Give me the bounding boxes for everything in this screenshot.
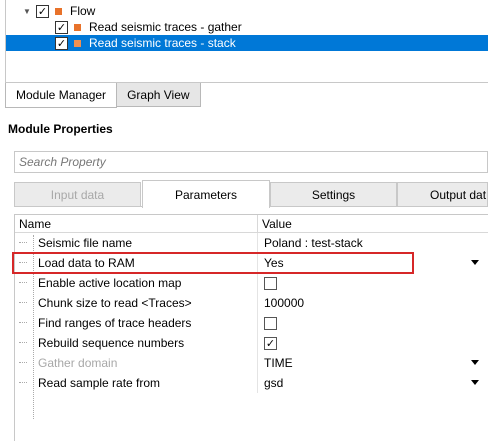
tab-module-manager[interactable]: Module Manager: [5, 83, 118, 108]
search-property-box[interactable]: [14, 151, 488, 173]
property-dropdown[interactable]: Yes: [258, 253, 488, 273]
dropdown-arrow-icon[interactable]: [471, 360, 479, 365]
property-row-rebuild-sequence-numbers[interactable]: Rebuild sequence numbers ✓: [15, 333, 488, 353]
property-row-find-ranges[interactable]: Find ranges of trace headers: [15, 313, 488, 333]
tree-item-flow[interactable]: ▼ ✓ Flow: [22, 3, 95, 19]
property-name: Load data to RAM: [38, 256, 135, 270]
grid-header: Name Value: [15, 215, 488, 233]
column-header-value[interactable]: Value: [258, 215, 488, 232]
property-value[interactable]: Poland : test-stack: [264, 236, 363, 250]
orange-square-icon: [55, 7, 62, 15]
property-name: Enable active location map: [38, 276, 182, 290]
property-value[interactable]: 100000: [264, 296, 304, 310]
search-property-input[interactable]: [19, 155, 487, 169]
dropdown-arrow-icon[interactable]: [471, 380, 479, 385]
bottom-tab-bar: Module Manager Graph View: [5, 83, 201, 108]
tab-settings[interactable]: Settings: [270, 182, 397, 207]
property-row-seismic-file-name[interactable]: Seismic file name Poland : test-stack: [15, 233, 488, 253]
tree-item-label: Flow: [70, 4, 96, 18]
tab-input-data[interactable]: Input data: [14, 182, 141, 207]
property-checkbox[interactable]: [264, 316, 277, 330]
property-tabs: Input data Parameters Settings Output da…: [14, 180, 488, 208]
property-checkbox[interactable]: [264, 276, 277, 290]
property-value[interactable]: Yes: [264, 256, 284, 270]
tree-item-module[interactable]: ✓ Read seismic traces - gather: [55, 19, 242, 35]
property-value[interactable]: gsd: [264, 376, 283, 390]
property-name: Find ranges of trace headers: [38, 316, 192, 330]
tree-item-label: Read seismic traces - stack: [89, 36, 236, 50]
property-name: Seismic file name: [38, 236, 133, 250]
property-name: Gather domain: [38, 356, 118, 370]
tree-checkbox-flow[interactable]: ✓: [36, 4, 49, 18]
tree-checkbox-module[interactable]: ✓: [55, 36, 68, 50]
tree-item-module-selected[interactable]: ✓ Read seismic traces - stack: [6, 35, 488, 51]
tab-output-data[interactable]: Output dat: [397, 182, 488, 207]
property-value[interactable]: TIME: [264, 356, 293, 370]
tree-checkbox-module[interactable]: ✓: [55, 20, 68, 34]
flow-tree-panel: ▼ ✓ Flow ✓ Read seismic traces - gather …: [5, 0, 488, 83]
property-row-gather-domain[interactable]: Gather domain TIME: [15, 353, 488, 373]
column-header-name[interactable]: Name: [15, 215, 258, 232]
chevron-down-icon[interactable]: ▼: [22, 6, 32, 16]
property-name: Rebuild sequence numbers: [38, 336, 185, 350]
property-dropdown[interactable]: TIME: [258, 353, 488, 373]
tree-item-label: Read seismic traces - gather: [89, 20, 242, 34]
tab-graph-view[interactable]: Graph View: [117, 83, 201, 107]
property-name: Chunk size to read <Traces>: [38, 296, 192, 310]
property-checkbox-checked[interactable]: ✓: [264, 336, 277, 350]
property-row-chunk-size[interactable]: Chunk size to read <Traces> 100000: [15, 293, 488, 313]
tab-parameters[interactable]: Parameters: [142, 180, 270, 208]
orange-square-icon: [74, 39, 81, 47]
property-grid: Name Value Seismic file name Poland : te…: [14, 214, 488, 441]
property-row-load-data-to-ram[interactable]: Load data to RAM Yes: [15, 253, 488, 273]
dropdown-arrow-icon[interactable]: [471, 260, 479, 265]
property-row-read-sample-rate[interactable]: Read sample rate from gsd: [15, 373, 488, 393]
property-name: Read sample rate from: [38, 376, 161, 390]
module-properties-title: Module Properties: [8, 122, 113, 136]
property-row-enable-active-location-map[interactable]: Enable active location map: [15, 273, 488, 293]
property-dropdown[interactable]: gsd: [258, 373, 488, 393]
orange-square-icon: [74, 23, 81, 31]
